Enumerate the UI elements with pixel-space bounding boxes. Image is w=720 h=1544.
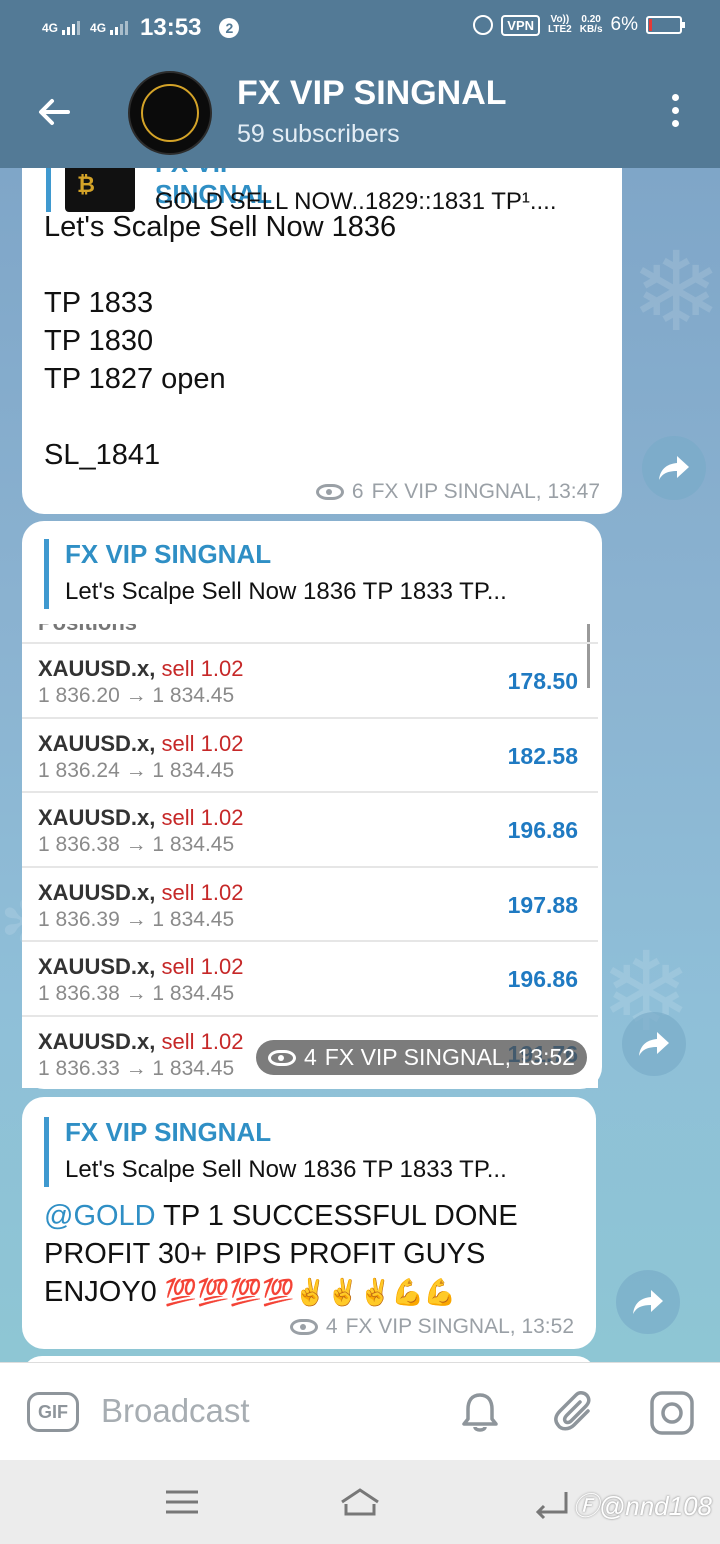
broadcast-input[interactable]: Broadcast [101,1392,250,1430]
position-symbol: XAUUSD.x, sell 1.02 [38,879,244,905]
share-button[interactable] [642,436,706,500]
view-count: 6 [351,480,364,503]
menu-icon[interactable] [160,1482,204,1522]
positions-screenshot-image[interactable]: Positions XAUUSD.x, sell 1.02 1 836.20 → … [22,624,598,1088]
position-profit: 196.86 [507,817,578,843]
view-count: 4 [304,1044,317,1070]
signal-2-icon: 4G [90,21,129,35]
position-side: sell 1.02 [161,805,244,830]
message-meta: 4 FX VIP SINGNAL, 13:52 [256,1040,587,1075]
bitcoin-icon: ₿ [77,172,95,197]
paperclip-icon[interactable] [552,1389,600,1437]
position-row: XAUUSD.x, sell 1.02 1 836.38 → 1 834.45 19… [22,791,598,865]
reply-author: FX VIP SINGNAL [65,1117,272,1147]
channel-avatar[interactable] [128,71,212,155]
position-row: XAUUSD.x, sell 1.02 1 836.20 → 1 834.45 17… [22,642,598,716]
position-row: XAUUSD.x, sell 1.02 1 836.39 → 1 834.45 19… [22,865,598,940]
position-prices: 1 836.33 → 1 834.45 [38,1056,235,1080]
status-bar: 4G 4G 13:53 2 VPN Vo)) LTE2 0.20 KB/s 6% [0,0,720,56]
position-side: sell 1.02 [161,879,244,905]
eye-icon [268,1049,296,1066]
position-symbol: XAUUSD.x, sell 1.02 [38,656,244,681]
share-arrow-icon [633,1290,663,1314]
image-header: Positions [38,624,137,636]
position-symbol: XAUUSD.x, sell 1.02 [38,954,244,979]
message-author-time: FX VIP SINGNAL, 13:52 [324,1044,575,1070]
position-side: sell 1.02 [161,1028,244,1054]
position-profit: 196.86 [507,966,578,992]
net-speed: 0.20 KB/s [579,14,603,35]
clock: 13:53 [140,14,202,41]
position-prices: 1 836.20 → 1 834.45 [38,684,235,707]
share-arrow-icon [639,1032,669,1056]
message-meta: 4 FX VIP SINGNAL, 13:52 [289,1315,574,1339]
position-profit: 197.88 [507,891,578,918]
position-side: sell 1.02 [161,954,244,979]
reply-preview[interactable]: ₿ FX VIP SINGNAL GOLD SELL NOW..1829::18… [46,168,557,215]
position-side: sell 1.02 [161,656,244,681]
eye-icon [315,484,344,500]
subscriber-count: 59 subscribers [237,120,400,148]
position-symbol: XAUUSD.x, sell 1.02 [38,805,244,830]
watermark: Ⓕ@nnd108 [572,1491,712,1521]
message-author-time: FX VIP SINGNAL, 13:52 [345,1315,574,1338]
reply-author: FX VIP SINGNAL [65,539,272,569]
gif-button[interactable]: GIF [27,1392,79,1432]
channel-header: FX VIP SINGNAL 59 subscribers [0,56,720,168]
message-text: @GOLD TP 1 SUCCESSFUL DONE PROFIT 30+ PI… [44,1200,518,1308]
share-button[interactable] [616,1270,680,1334]
more-options-button[interactable] [672,94,682,130]
reply-thumbnail: ₿ [65,168,135,212]
volte-indicator: Vo)) LTE2 [548,14,572,35]
reply-preview[interactable]: FX VIP SINGNAL Let's Scalpe Sell Now 183… [44,1117,507,1187]
camera-icon[interactable] [648,1389,696,1437]
position-prices: 1 836.38 → 1 834.45 [38,833,235,856]
share-arrow-icon [659,456,689,480]
gold-laurel-logo-icon [141,84,199,142]
reply-text: Let's Scalpe Sell Now 1836 TP 1833 TP... [65,1156,507,1183]
reply-preview[interactable]: FX VIP SINGNAL Let's Scalpe Sell Now 183… [44,539,507,609]
emoji-sequence: 💯💯💯💯✌️✌️✌️💪💪 [164,1277,457,1307]
position-symbol: XAUUSD.x, sell 1.02 [38,1028,244,1054]
back-button[interactable] [34,92,74,132]
message-author-time: FX VIP SINGNAL, 13:47 [371,480,600,503]
arrow-left-icon [39,99,70,125]
home-icon[interactable] [338,1482,382,1522]
mention-link[interactable]: @GOLD [44,1200,156,1232]
eye-icon [289,1319,318,1335]
position-prices: 1 836.24 → 1 834.45 [38,758,235,782]
message-list[interactable]: ❄ ❄ ✻ ₿ FX VIP SINGNAL GOLD SELL NOW..18… [0,168,720,1362]
share-button[interactable] [622,1012,686,1076]
position-prices: 1 836.39 → 1 834.45 [38,907,235,931]
position-side: sell 1.02 [161,730,244,756]
reply-text: Let's Scalpe Sell Now 1836 TP 1833 TP... [65,578,507,605]
position-profit: 182.58 [507,742,578,769]
position-row: XAUUSD.x, sell 1.02 1 836.38 → 1 834.45 19… [22,940,598,1014]
battery-icon [646,16,685,34]
back-nav-icon[interactable] [530,1482,574,1522]
system-nav-bar: Ⓕ@nnd108 [0,1460,720,1544]
channel-title[interactable]: FX VIP SINGNAL [237,74,507,113]
position-row: XAUUSD.x, sell 1.02 1 836.24 → 1 834.45 18… [22,716,598,791]
position-prices: 1 836.38 → 1 834.45 [38,982,235,1005]
snowflake-pattern-icon: ❄ [630,231,720,354]
message-bubble[interactable]: FX VIP SINGNAL Let's Scalpe Sell Now 183… [22,1097,596,1349]
message-bubble[interactable]: ₿ FX VIP SINGNAL GOLD SELL NOW..1829::18… [22,168,622,514]
battery-percent: 6% [610,14,638,35]
message-text: Let's Scalpe Sell Now 1836 TP 1833 TP 18… [44,211,397,471]
position-symbol: XAUUSD.x, sell 1.02 [38,730,244,756]
view-count: 4 [325,1315,338,1338]
input-bar: GIF Broadcast [0,1362,720,1460]
notification-count-badge: 2 [219,18,240,38]
alarm-icon [473,15,494,35]
message-meta: 6 FX VIP SINGNAL, 13:47 [315,480,600,504]
position-profit: 178.50 [507,668,578,694]
vpn-badge: VPN [501,14,541,36]
bell-icon[interactable] [456,1389,504,1437]
signal-1-icon: 4G [42,21,81,35]
